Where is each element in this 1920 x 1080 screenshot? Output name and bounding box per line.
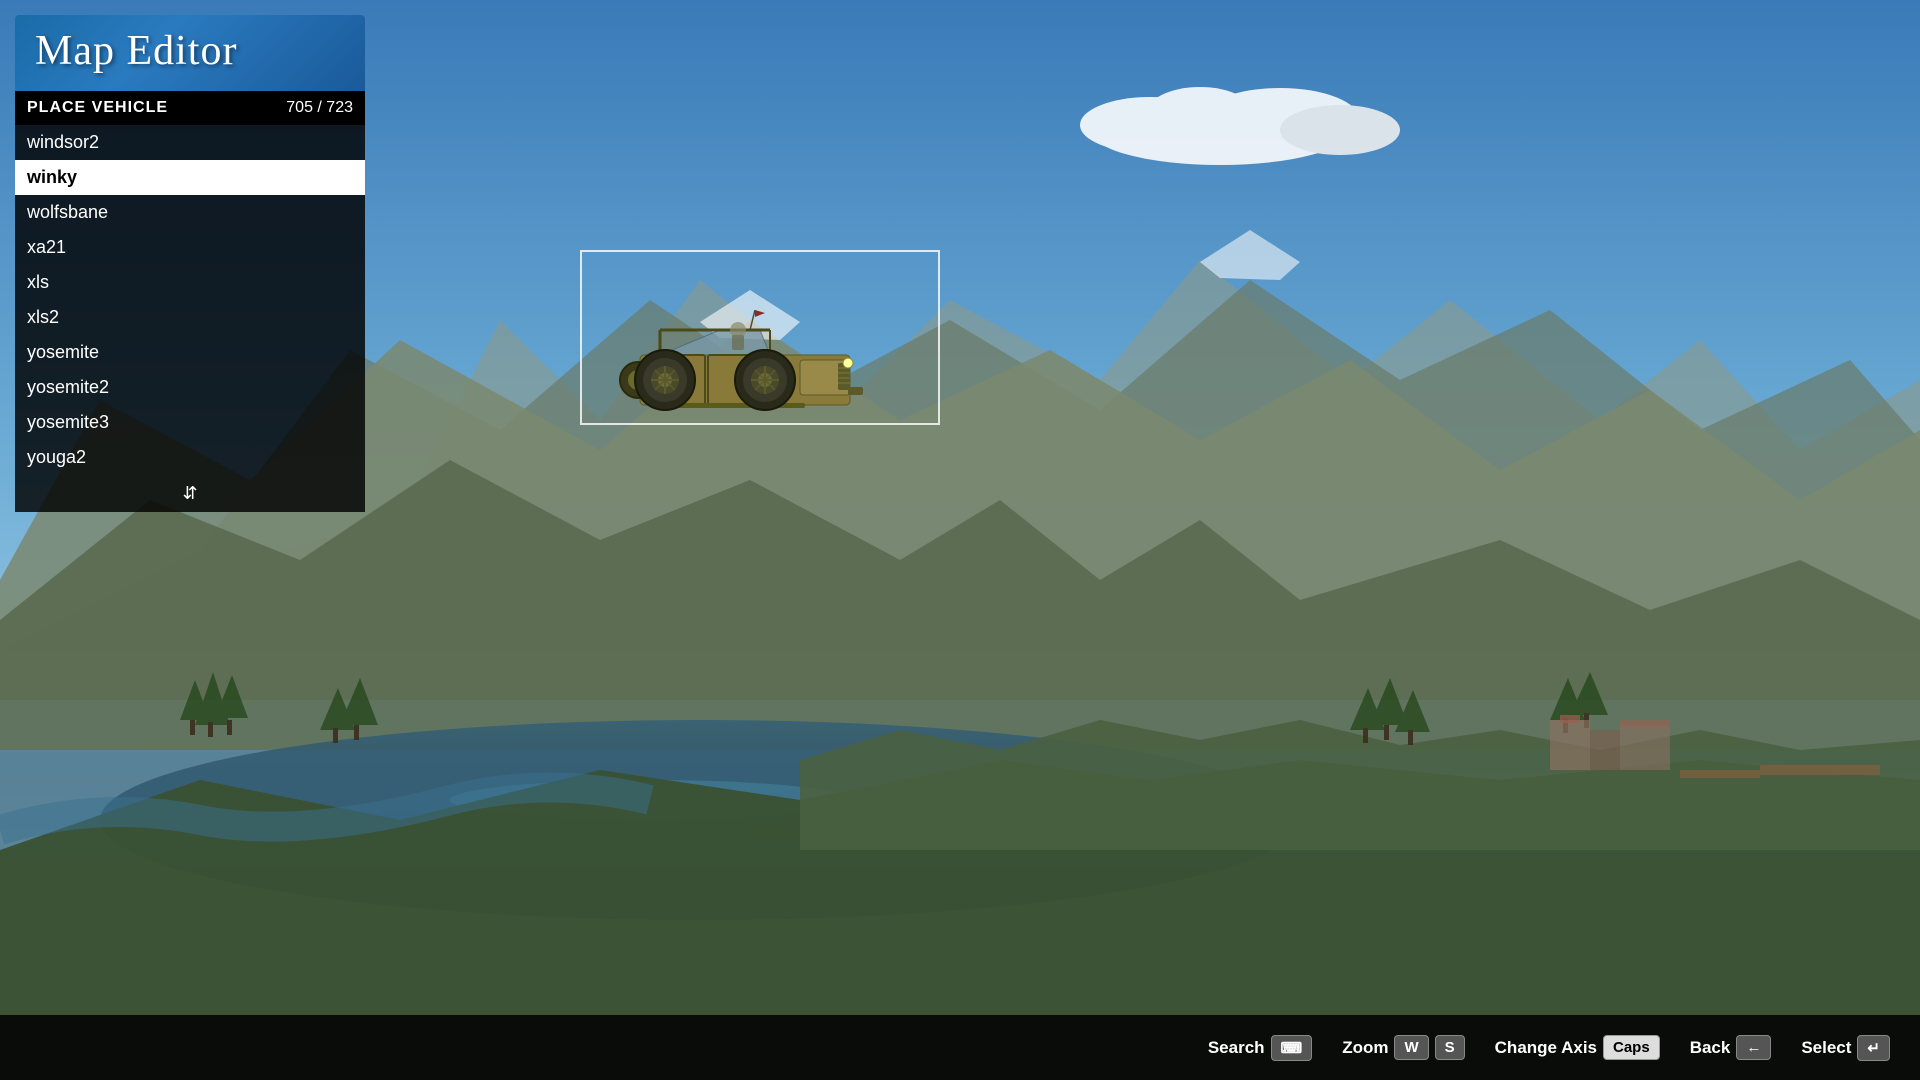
- zoom-label: Zoom: [1342, 1038, 1388, 1058]
- back-label: Back: [1690, 1038, 1731, 1058]
- select-key: ↵: [1857, 1035, 1890, 1061]
- vehicle-list-item[interactable]: xls: [15, 265, 365, 300]
- vehicle-list-item[interactable]: windsor2: [15, 125, 365, 160]
- zoom-w-key: W: [1394, 1035, 1428, 1060]
- zoom-s-key: S: [1435, 1035, 1465, 1060]
- zoom-control: Zoom W S: [1342, 1035, 1464, 1060]
- vehicle-list-header: PLACE VEHICLE 705 / 723: [15, 91, 365, 125]
- search-control: Search ⌨: [1208, 1035, 1312, 1061]
- vehicle-list-item[interactable]: yosemite: [15, 335, 365, 370]
- vehicle-list-item[interactable]: xls2: [15, 300, 365, 335]
- control-bar: Search ⌨ Zoom W S Change Axis Caps Back …: [0, 1015, 1920, 1080]
- vehicle-list-item[interactable]: wolfsbane: [15, 195, 365, 230]
- map-editor-title: Map Editor: [35, 28, 237, 74]
- vehicle-counter: 705 / 723: [286, 99, 353, 117]
- vehicle-list-item[interactable]: youga2: [15, 440, 365, 475]
- search-key: ⌨: [1271, 1035, 1313, 1061]
- caps-key: Caps: [1603, 1035, 1660, 1060]
- search-label: Search: [1208, 1038, 1265, 1058]
- jeep-model: [590, 275, 910, 435]
- vehicle-list-item[interactable]: winky: [15, 160, 365, 195]
- select-control: Select ↵: [1801, 1035, 1890, 1061]
- scroll-indicator[interactable]: ⇵: [15, 475, 365, 512]
- vehicle-list-item[interactable]: yosemite2: [15, 370, 365, 405]
- left-panel: Map Editor PLACE VEHICLE 705 / 723 winds…: [15, 15, 365, 512]
- vehicle-list-item[interactable]: xa21: [15, 230, 365, 265]
- change-axis-control: Change Axis Caps: [1495, 1035, 1660, 1060]
- back-control: Back ←: [1690, 1035, 1772, 1060]
- title-banner: Map Editor: [15, 15, 365, 91]
- vehicle-preview: [550, 250, 970, 450]
- vehicle-list: windsor2winkywolfsbanexa21xlsxls2yosemit…: [15, 125, 365, 475]
- change-axis-label: Change Axis: [1495, 1038, 1597, 1058]
- back-key: ←: [1736, 1035, 1771, 1060]
- place-vehicle-label: PLACE VEHICLE: [27, 99, 168, 117]
- select-label: Select: [1801, 1038, 1851, 1058]
- vehicle-list-item[interactable]: yosemite3: [15, 405, 365, 440]
